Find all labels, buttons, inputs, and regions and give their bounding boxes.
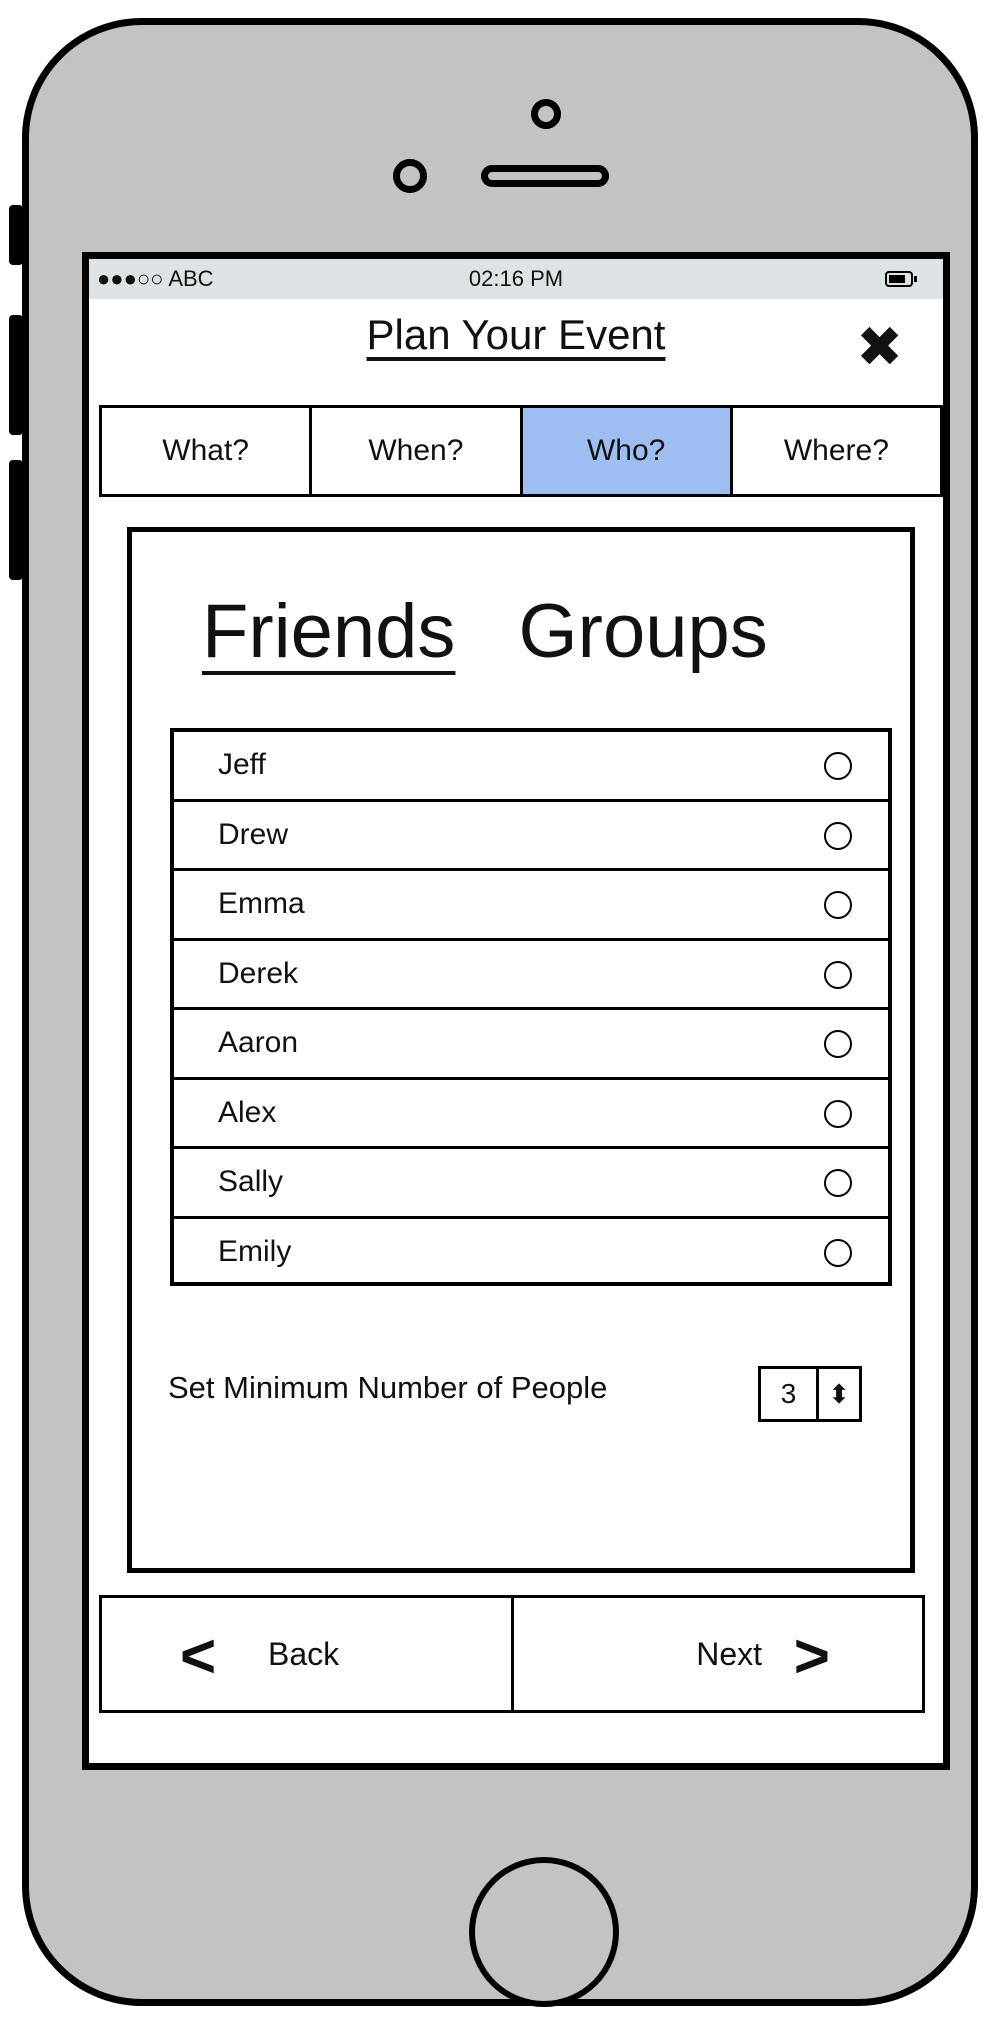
- radio-button[interactable]: [824, 960, 852, 989]
- chevron-right-icon: >: [793, 1622, 830, 1691]
- friend-name: Alex: [218, 1095, 277, 1129]
- list-item[interactable]: Derek: [174, 941, 888, 1010]
- radio-button[interactable]: [824, 1099, 852, 1128]
- list-item[interactable]: Drew: [174, 802, 888, 871]
- segment-control: Friends Groups: [202, 588, 810, 675]
- content-panel: Friends Groups Jeff Drew Emma Derek Aaro…: [127, 527, 915, 1573]
- radio-button[interactable]: [824, 821, 852, 850]
- friend-name: Jeff: [218, 748, 266, 781]
- front-camera: [531, 99, 561, 129]
- segment-friends[interactable]: Friends: [202, 589, 455, 674]
- list-item[interactable]: Sally: [174, 1149, 888, 1219]
- friend-name: Emily: [218, 1234, 292, 1268]
- friend-list: Jeff Drew Emma Derek Aaron Alex Sally Em…: [170, 728, 892, 1286]
- radio-button[interactable]: [824, 1030, 852, 1058]
- status-time: 02:16 PM: [468, 266, 564, 291]
- tab-bar: What? When? Who? Where?: [99, 405, 943, 497]
- segment-groups[interactable]: Groups: [519, 589, 768, 674]
- volume-down-button: [9, 460, 23, 580]
- radio-button[interactable]: [824, 891, 852, 919]
- friend-name: Aaron: [218, 1026, 299, 1059]
- battery-icon: [885, 271, 917, 287]
- minimum-people-stepper[interactable]: 3 ⬍: [758, 1366, 862, 1422]
- sensor: [393, 159, 427, 193]
- radio-button[interactable]: [824, 1169, 852, 1197]
- bottom-nav: < Back Next >: [99, 1595, 925, 1713]
- home-button[interactable]: [469, 1857, 619, 2007]
- page-title-text: Plan Your Event: [366, 311, 666, 358]
- friend-name: Emma: [218, 887, 305, 920]
- next-label: Next: [696, 1636, 762, 1672]
- close-icon[interactable]: ✖: [856, 319, 903, 375]
- friend-name: Sally: [218, 1165, 284, 1198]
- friend-name: Derek: [218, 956, 299, 990]
- tab-when[interactable]: When?: [312, 408, 523, 494]
- list-item[interactable]: Alex: [174, 1080, 888, 1149]
- list-item[interactable]: Emma: [174, 871, 888, 941]
- earpiece-speaker: [481, 165, 609, 187]
- list-item[interactable]: Aaron: [174, 1010, 888, 1080]
- tab-who[interactable]: Who?: [522, 408, 733, 494]
- back-label: Back: [268, 1636, 340, 1672]
- chevron-left-icon: <: [180, 1622, 217, 1691]
- friend-name: Drew: [218, 817, 289, 851]
- back-button[interactable]: < Back: [102, 1598, 514, 1710]
- stepper-arrows-icon[interactable]: ⬍: [819, 1369, 859, 1419]
- next-button[interactable]: Next >: [514, 1598, 923, 1710]
- page-title: Plan Your Event: [89, 311, 943, 359]
- list-item[interactable]: Jeff: [174, 732, 888, 802]
- status-bar: ●●●○○ ABC 02:16 PM: [89, 259, 943, 299]
- volume-up-button: [9, 315, 23, 435]
- list-item[interactable]: Emily: [174, 1219, 888, 1289]
- radio-button[interactable]: [824, 1238, 852, 1267]
- stepper-value[interactable]: 3: [761, 1369, 819, 1419]
- radio-button[interactable]: [824, 752, 852, 780]
- phone-screen: ●●●○○ ABC 02:16 PM Plan Your Event ✖ Wha…: [82, 252, 950, 1770]
- tab-what[interactable]: What?: [102, 408, 313, 494]
- minimum-people-label: Set Minimum Number of People: [168, 1370, 608, 1405]
- mute-switch: [9, 205, 23, 265]
- tab-where[interactable]: Where?: [733, 408, 940, 494]
